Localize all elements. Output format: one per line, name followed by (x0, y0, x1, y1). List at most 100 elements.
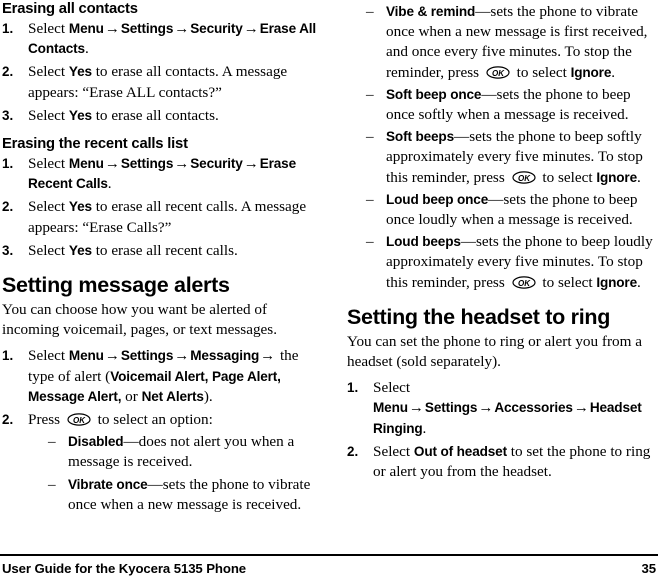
option-description-end: . (611, 63, 616, 81)
ui-label-menu: Menu (68, 21, 104, 36)
list-item: – Loud beep once—sets the phone to beep o… (366, 190, 657, 230)
step-number: 3. (2, 107, 14, 123)
list-item: 2. Select Out of headset to set the phone… (347, 442, 657, 482)
ui-label-settings: Settings (120, 348, 174, 364)
manual-page: Erasing all contacts 1. Select Menu→Setti… (0, 0, 658, 577)
list-item: 1. Select Menu→Settings→Security→Erase Re… (2, 154, 318, 194)
step-number: 1. (2, 21, 14, 36)
option-term-vibe-and-remind: Vibe & remind (386, 4, 476, 19)
option-description-cont: to select (538, 273, 597, 291)
arrow-icon: → (174, 21, 190, 37)
option-term-loud-beeps: Loud beeps (386, 234, 461, 250)
ui-label-net-alerts: Net Alerts (141, 388, 204, 404)
ui-label-settings: Settings (424, 400, 478, 416)
ui-label-ignore: Ignore (596, 274, 637, 290)
heading-setting-headset-to-ring: Setting the headset to ring (347, 304, 611, 329)
ui-label-yes: Yes (68, 242, 92, 258)
ok-key-icon: OK (67, 413, 91, 426)
steps-erasing-recent-calls: 1. Select Menu→Settings→Security→Erase Re… (2, 154, 318, 261)
ui-label-menu: Menu (68, 156, 104, 172)
svg-text:OK: OK (73, 416, 86, 425)
arrow-icon: → (104, 156, 120, 173)
ok-key-icon: OK (486, 65, 510, 79)
step-text-post: . (422, 419, 427, 437)
step-text-pre: Select (28, 241, 69, 259)
ui-label-menu: Menu (373, 400, 408, 416)
step-number: 2. (2, 199, 14, 215)
intro-paragraph-message-alerts: You can choose how you want be alerted o… (2, 301, 277, 339)
option-term-vibrate-once: Vibrate once (68, 476, 148, 492)
list-item: 2. Select Yes to erase all recent calls. … (2, 197, 318, 237)
step-text-post: to select an option: (93, 411, 213, 429)
list-item: 1. Select Menu→Settings→Security→Erase Al… (2, 19, 318, 59)
footer-divider (0, 554, 658, 556)
two-column-body: Erasing all contacts 1. Select Menu→Setti… (0, 0, 658, 540)
option-term-disabled: Disabled (68, 434, 124, 450)
arrow-icon: → (478, 400, 494, 417)
list-item: 3. Select Yes to erase all contacts. (2, 106, 318, 126)
option-description-end: . (636, 273, 641, 291)
step-number: 1. (347, 380, 359, 396)
step-text-post: to erase all recent calls. (91, 241, 238, 259)
ok-key-icon: OK (511, 275, 536, 289)
step-text-post: ). (203, 387, 213, 405)
step-number: 1. (2, 156, 14, 172)
option-term-soft-beeps: Soft beeps (386, 129, 454, 145)
svg-text:OK: OK (518, 174, 531, 183)
right-column: – Vibe & remind—sets the phone to vibrate… (347, 0, 657, 482)
list-item: – Vibe & remind—sets the phone to vibrate… (366, 2, 657, 83)
step-text-pre: Select (28, 347, 69, 365)
dash-bullet-icon: – (48, 433, 56, 451)
ui-label-ignore: Ignore (596, 169, 637, 185)
svg-text:OK: OK (492, 69, 505, 78)
ui-label-menu: Menu (68, 348, 104, 364)
left-column: Erasing all contacts 1. Select Menu→Setti… (2, 0, 318, 515)
list-item: 2. Press OK to select an option: – Disable… (2, 410, 318, 515)
step-text-post: . (84, 40, 89, 58)
intro-paragraph-headset: You can set the phone to ring or alert y… (347, 332, 642, 371)
dash-bullet-icon: – (366, 233, 374, 251)
ok-key-icon: OK (511, 170, 536, 184)
ui-label-out-of-headset: Out of headset (413, 443, 507, 459)
arrow-icon: → (573, 400, 589, 417)
step-text-post: to erase all contacts. (91, 106, 219, 124)
ui-label-accessories: Accessories (494, 400, 573, 416)
step-number: 1. (2, 348, 14, 364)
option-term-loud-beep-once: Loud beep once (386, 191, 489, 207)
option-description-cont: to select (538, 168, 597, 186)
option-term-soft-beep-once: Soft beep once (386, 86, 482, 102)
steps-erasing-all-contacts: 1. Select Menu→Settings→Security→Erase Al… (2, 19, 318, 126)
page-footer: User Guide for the Kyocera 5135 Phone 35 (0, 560, 658, 577)
list-item: – Soft beeps—sets the phone to beep softl… (366, 127, 657, 188)
arrow-icon: → (408, 400, 424, 417)
list-item: – Loud beeps—sets the phone to beep loudl… (366, 232, 657, 293)
step-text-pre: Select (28, 198, 69, 216)
list-item: – Vibrate once—sets the phone to vibrate … (48, 475, 318, 515)
arrow-icon: → (104, 348, 120, 365)
step-text-mid2: or (121, 387, 142, 405)
ui-label-yes: Yes (68, 64, 92, 80)
alert-options-left: – Disabled—does not alert you when a mess… (28, 432, 318, 515)
steps-headset: 1. Select Menu→Settings→Accessories→Heads… (347, 378, 657, 482)
step-number: 2. (2, 412, 14, 428)
ui-label-messaging: Messaging (190, 348, 260, 364)
list-item: 1. Select Menu→Settings→Accessories→Heads… (347, 378, 657, 439)
alert-options-right: – Vibe & remind—sets the phone to vibrate… (347, 2, 657, 293)
list-item: 2. Select Yes to erase all contacts. A me… (2, 62, 318, 102)
arrow-icon: → (174, 156, 190, 173)
dash-bullet-icon: – (366, 190, 374, 208)
ui-label-ignore: Ignore (570, 64, 612, 80)
step-number: 3. (2, 242, 14, 258)
arrow-icon: → (243, 21, 259, 37)
list-item: 3. Select Yes to erase all recent calls. (2, 241, 318, 261)
ui-label-yes: Yes (68, 107, 92, 123)
list-item: – Disabled—does not alert you when a mess… (48, 432, 318, 472)
step-text-pre: Select (28, 20, 69, 37)
dash-bullet-icon: – (366, 85, 374, 103)
step-text-pre: Select (373, 379, 411, 397)
step-text-pre: Select (373, 442, 414, 460)
step-number: 2. (347, 443, 359, 459)
